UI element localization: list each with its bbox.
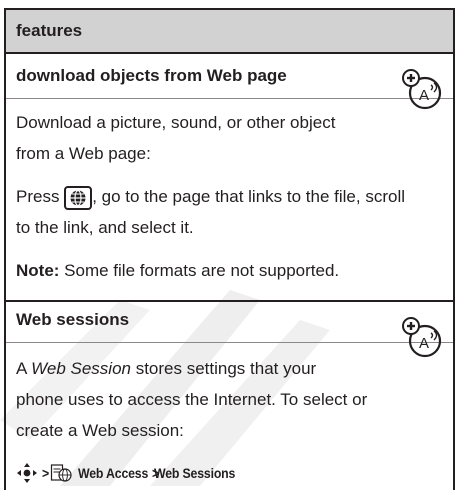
svg-text:A: A (419, 335, 429, 352)
carrier-dependent-feature-icon: A (402, 69, 442, 110)
desc-text: A (16, 359, 32, 378)
note-label: Note: (16, 261, 60, 280)
web-access-menu-icon (50, 464, 72, 482)
press-text: Press (16, 187, 60, 206)
intro-line-2: from a Web page: (16, 144, 151, 163)
table-header: features (6, 10, 453, 54)
web-browser-key-icon (64, 185, 93, 210)
press-rest: , go to the page that links to the file,… (92, 187, 405, 206)
note-text: Some file formats are not supported. (59, 261, 340, 280)
intro-line-1: Download a picture, sound, or other obje… (16, 113, 336, 132)
feature-table: features A download objects from Web pag… (4, 8, 455, 490)
desc-line-2: phone uses to access the Internet. To se… (16, 390, 368, 409)
press-line-2: to the link, and select it. (16, 218, 194, 237)
section1-intro: Download a picture, sound, or other obje… (16, 99, 443, 169)
section2-description: A Web Session stores settings that your … (16, 343, 443, 446)
menu-item-web-sessions: Web Sessions (153, 465, 235, 481)
manual-page: features A download objects from Web pag… (0, 0, 463, 490)
section1-note: Note: Some file formats are not supporte… (16, 243, 443, 286)
section2-title: Web sessions (16, 310, 130, 329)
web-session-term: Web Session (31, 359, 131, 378)
section1-press-instructions: Press , go to the page that links to the… (16, 169, 443, 243)
desc-line-3: create a Web session: (16, 421, 184, 440)
path-separator: > (42, 465, 50, 481)
svg-text:A: A (419, 87, 429, 104)
carrier-dependent-feature-icon: A (402, 317, 442, 358)
section1-title: download objects from Web page (16, 66, 287, 85)
menu-item-web-access: Web Access (77, 465, 149, 481)
menu-path: > Web Access > Web Sessions (16, 446, 443, 484)
navigation-key-icon (17, 463, 37, 483)
header-title: features (16, 21, 83, 40)
section-web-sessions: A Web sessions A Web Session stores sett… (6, 302, 453, 490)
desc-text: stores settings that your (130, 359, 317, 378)
section-download-objects: A download objects from Web page Downloa… (6, 54, 453, 300)
